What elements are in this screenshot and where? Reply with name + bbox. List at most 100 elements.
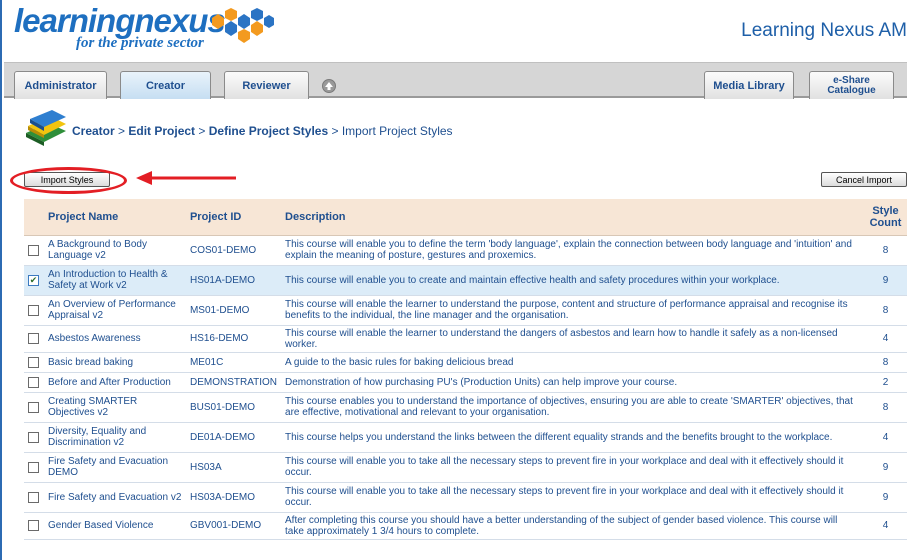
up-arrow-circle-icon[interactable] bbox=[322, 79, 336, 93]
row-checkbox-cell bbox=[24, 512, 44, 540]
breadcrumb-sep: > bbox=[328, 124, 342, 138]
row-checkbox-cell bbox=[24, 422, 44, 453]
tab-eshare-line1: e-Share bbox=[833, 74, 870, 86]
cell-project-name: Fire Safety and Evacuation DEMO bbox=[43, 452, 186, 483]
row-checkbox-cell: ✔ bbox=[24, 265, 44, 296]
cell-description: This course will enable you to take all … bbox=[281, 452, 862, 483]
cell-style-count: 9 bbox=[861, 265, 907, 296]
tab-reviewer[interactable]: Reviewer bbox=[224, 71, 309, 99]
cell-style-count: 4 bbox=[861, 512, 907, 540]
logo: learningnexus for the private sector bbox=[14, 2, 274, 58]
app-window: learningnexus for the private sector Lea… bbox=[0, 0, 907, 560]
breadcrumb-current: Import Project Styles bbox=[341, 124, 453, 138]
table-row[interactable]: Gender Based Violence GBV001-DEMO After co… bbox=[24, 512, 907, 540]
cell-description: This course will enable you to define th… bbox=[281, 235, 862, 266]
cell-style-count: 2 bbox=[861, 372, 907, 393]
row-checkbox-cell bbox=[24, 452, 44, 483]
header-description[interactable]: Description bbox=[281, 199, 862, 236]
cell-style-count: 8 bbox=[861, 295, 907, 326]
tab-eshare-catalogue[interactable]: e-Share Catalogue bbox=[809, 71, 894, 99]
tab-eshare-line2: Catalogue bbox=[827, 84, 876, 96]
row-checkbox[interactable] bbox=[28, 356, 39, 368]
table-row[interactable]: Asbestos Awareness HS16-DEMO This course w… bbox=[24, 325, 907, 353]
table-row[interactable]: Basic bread baking ME01C A guide to the ba… bbox=[24, 352, 907, 373]
tab-media-library[interactable]: Media Library bbox=[704, 71, 794, 99]
row-checkbox[interactable] bbox=[28, 431, 39, 443]
cell-project-id: GBV001-DEMO bbox=[185, 512, 282, 540]
row-checkbox[interactable] bbox=[28, 461, 39, 473]
app-title: Learning Nexus AM bbox=[741, 20, 907, 41]
cell-project-name: Asbestos Awareness bbox=[43, 325, 186, 353]
hexagon-cluster-icon bbox=[212, 8, 274, 43]
cell-style-count: 4 bbox=[861, 325, 907, 353]
cell-description: This course enables you to understand th… bbox=[281, 392, 862, 423]
row-checkbox[interactable] bbox=[28, 520, 39, 531]
table-row[interactable]: Fire Safety and Evacuation v2 HS03A-DEMO T… bbox=[24, 482, 907, 513]
cell-project-name: Creating SMARTER Objectives v2 bbox=[43, 392, 186, 423]
row-checkbox[interactable] bbox=[28, 244, 39, 256]
row-checkbox[interactable] bbox=[28, 491, 39, 503]
row-checkbox-cell bbox=[24, 235, 44, 266]
cell-description: Demonstration of how purchasing PU's (Pr… bbox=[281, 372, 862, 393]
header-project-id[interactable]: Project ID bbox=[185, 199, 282, 236]
breadcrumb-creator[interactable]: Creator bbox=[72, 124, 115, 138]
cell-style-count: 4 bbox=[861, 422, 907, 453]
cell-project-name: Diversity, Equality and Discrimination v… bbox=[43, 422, 186, 453]
cell-description: This course will enable you to take all … bbox=[281, 482, 862, 513]
row-checkbox-cell bbox=[24, 325, 44, 353]
cell-description: This course will enable the learner to u… bbox=[281, 325, 862, 353]
table-header-row: Project Name Project ID Description Styl… bbox=[24, 199, 907, 236]
row-checkbox-cell bbox=[24, 372, 44, 393]
cell-style-count: 8 bbox=[861, 235, 907, 266]
row-checkbox[interactable] bbox=[28, 304, 39, 316]
checkmark-icon: ✔ bbox=[29, 274, 38, 285]
breadcrumb-define-styles[interactable]: Define Project Styles bbox=[209, 124, 328, 138]
header: learningnexus for the private sector Lea… bbox=[2, 0, 907, 62]
header-style-count[interactable]: Style Count bbox=[861, 199, 907, 236]
row-checkbox-cell bbox=[24, 352, 44, 373]
cell-project-id: MS01-DEMO bbox=[185, 295, 282, 326]
row-checkbox[interactable] bbox=[28, 401, 39, 413]
cell-project-id: DE01A-DEMO bbox=[185, 422, 282, 453]
cell-project-id: ME01C bbox=[185, 352, 282, 373]
header-style-count-line1: Style bbox=[872, 204, 899, 217]
cell-description: This course helps you understand the lin… bbox=[281, 422, 862, 453]
row-checkbox[interactable] bbox=[28, 376, 39, 388]
header-project-name[interactable]: Project Name bbox=[43, 199, 186, 236]
cell-description: A guide to the basic rules for baking de… bbox=[281, 352, 862, 373]
breadcrumb-edit-project[interactable]: Edit Project bbox=[128, 124, 195, 138]
table-row[interactable]: An Overview of Performance Appraisal v2 M… bbox=[24, 295, 907, 326]
cell-description: After completing this course you should … bbox=[281, 512, 862, 540]
tab-creator[interactable]: Creator bbox=[120, 71, 211, 99]
books-stack-icon bbox=[26, 110, 66, 146]
highlight-ring bbox=[10, 167, 127, 194]
header-style-count-line2: Count bbox=[869, 216, 902, 229]
cell-style-count: 8 bbox=[861, 392, 907, 423]
cell-project-id: HS03A-DEMO bbox=[185, 482, 282, 513]
project-table: Project Name Project ID Description Styl… bbox=[24, 199, 907, 540]
row-checkbox-cell bbox=[24, 482, 44, 513]
cancel-import-button[interactable]: Cancel Import bbox=[821, 172, 907, 187]
table-row[interactable]: Fire Safety and Evacuation DEMO HS03A This… bbox=[24, 452, 907, 483]
breadcrumb: Creator > Edit Project > Define Project … bbox=[72, 124, 453, 138]
cell-description: This course will enable the learner to u… bbox=[281, 295, 862, 326]
table-row[interactable]: Creating SMARTER Objectives v2 BUS01-DEMO… bbox=[24, 392, 907, 423]
table-row[interactable]: ✔ An Introduction to Health & Safety at W… bbox=[24, 265, 907, 296]
breadcrumb-area: Creator > Edit Project > Define Project … bbox=[4, 100, 907, 160]
table-row[interactable]: Diversity, Equality and Discrimination v… bbox=[24, 422, 907, 453]
row-checkbox[interactable]: ✔ bbox=[28, 274, 39, 286]
cell-project-id: HS03A bbox=[185, 452, 282, 483]
row-checkbox[interactable] bbox=[28, 333, 39, 344]
tab-administrator[interactable]: Administrator bbox=[14, 71, 107, 99]
logo-tagline: for the private sector bbox=[76, 35, 204, 51]
logo-text-learning: learning bbox=[14, 2, 135, 39]
red-arrow-icon bbox=[136, 171, 236, 185]
cell-project-id: DEMONSTRATION bbox=[185, 372, 282, 393]
table-row[interactable]: Before and After Production DEMONSTRATION… bbox=[24, 372, 907, 393]
cell-project-id: HS16-DEMO bbox=[185, 325, 282, 353]
breadcrumb-sep: > bbox=[114, 124, 129, 138]
cell-project-name: Fire Safety and Evacuation v2 bbox=[43, 482, 186, 513]
row-checkbox-cell bbox=[24, 392, 44, 423]
table-row[interactable]: A Background to Body Language v2 COS01-DE… bbox=[24, 235, 907, 266]
cell-project-name: Basic bread baking bbox=[43, 352, 186, 373]
